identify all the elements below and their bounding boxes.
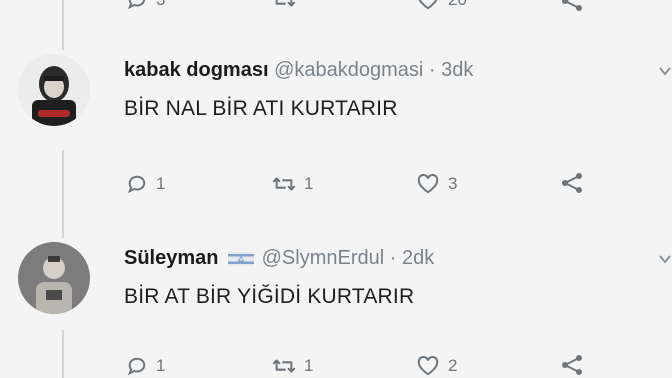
retweet-button[interactable]	[272, 0, 296, 10]
display-name[interactable]: kabak dogması	[124, 59, 269, 81]
avatar-image	[18, 54, 90, 126]
like-count: 20	[448, 0, 467, 10]
reply-button[interactable]: 3	[126, 0, 165, 10]
tweet-2[interactable]: Süleyman @SlymnErdul · 2dk BİR AT BİR Yİ…	[0, 238, 672, 378]
chevron-down-icon[interactable]	[658, 64, 672, 78]
retweet-icon	[272, 177, 296, 191]
share-button[interactable]	[560, 354, 584, 376]
separator: ·	[389, 247, 397, 269]
separator: ·	[428, 59, 436, 81]
reply-count: 1	[156, 356, 166, 375]
share-icon	[562, 0, 582, 11]
timestamp[interactable]: 2dk	[402, 247, 434, 269]
heart-icon	[417, 356, 439, 376]
tweet-text: BİR NAL BİR ATI KURTARIR	[124, 97, 398, 120]
reply-button[interactable]: 1	[126, 356, 165, 376]
avatar[interactable]	[18, 54, 90, 126]
retweet-button[interactable]: 1	[272, 174, 313, 194]
like-count: 2	[448, 356, 458, 375]
like-button[interactable]: 2	[416, 356, 457, 376]
retweet-count: 1	[304, 174, 314, 193]
avatar-image	[18, 242, 90, 314]
tweet-header: Süleyman @SlymnErdul · 2dk	[124, 247, 434, 270]
retweet-icon	[275, 0, 296, 7]
like-button[interactable]: 3	[416, 174, 457, 194]
retweet-icon	[272, 359, 296, 373]
tweet-1[interactable]: kabak dogması @kabakdogmasi · 3dk BİR NA…	[0, 50, 672, 220]
user-handle[interactable]: @SlymnErdul	[262, 247, 385, 269]
reply-icon	[127, 0, 146, 10]
thread-line-top	[62, 0, 64, 50]
like-count: 3	[448, 174, 458, 193]
heart-icon	[417, 174, 439, 194]
avatar[interactable]	[18, 242, 90, 314]
share-button[interactable]	[560, 0, 584, 12]
tweet-text: BİR AT BİR YİĞİDİ KURTARIR	[124, 285, 415, 308]
tweet-header: kabak dogması @kabakdogmasi · 3dk	[124, 59, 473, 82]
retweet-button[interactable]: 1	[272, 356, 313, 376]
reply-icon	[127, 175, 146, 194]
timestamp[interactable]: 3dk	[441, 59, 473, 81]
reply-count: 1	[156, 174, 166, 193]
share-button[interactable]	[560, 172, 584, 194]
display-name[interactable]: Süleyman	[124, 247, 218, 269]
user-handle[interactable]: @kabakdogmasi	[274, 59, 423, 81]
heart-icon	[418, 0, 438, 10]
share-icon	[562, 355, 582, 375]
share-icon	[562, 173, 582, 193]
retweet-count: 1	[304, 356, 314, 375]
reply-count: 3	[156, 0, 165, 10]
like-button[interactable]: 20	[416, 0, 467, 10]
flag-icon	[228, 251, 255, 266]
chevron-down-icon[interactable]	[658, 252, 672, 266]
reply-icon	[127, 357, 146, 376]
reply-button[interactable]: 1	[126, 174, 165, 194]
